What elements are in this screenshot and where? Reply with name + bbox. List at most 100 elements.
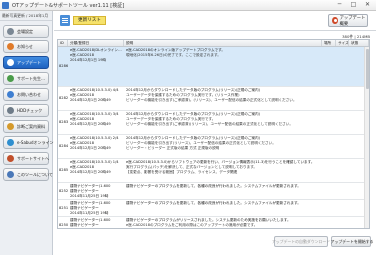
row-description-line: e医-CAD2018のプログラムをご利用の際はこのアップデートの適用が必要です。: [126, 223, 258, 227]
col-desc[interactable]: 説明: [124, 40, 322, 46]
main-panel: 更新リスト アップデート概要 380件 | 214MB ID 分類/登録日 説明…: [54, 11, 376, 255]
row-description: 建物ナビゲーターのプログラムを更新して、各種の改良が行われました。システムファイ…: [124, 200, 322, 216]
table-row[interactable]: 8252 建物ナビゲーター(1.600 建物ナビゲーター 2014年11月25日 19…: [58, 183, 369, 200]
update-table[interactable]: ID 分類/登録日 説明 場所 サイズ 状態 8286 e医-CAD2018(DL…: [57, 39, 370, 229]
sidebar-item-5[interactable]: HDDチェック: [3, 104, 49, 117]
gear-icon: [7, 28, 14, 35]
row-pos: [322, 87, 336, 110]
start-update-button[interactable]: アップデートを開始する: [331, 236, 373, 247]
sidebar-item-label: 診断ご案内資料: [17, 123, 45, 129]
window-title: OTアップデート&サポートツール ver1.11 [検証]: [12, 2, 125, 9]
row-description-line: ビリーダーの機能を引き出す(ご承認済)(リリース)、ユーザー配信の結果の正式化と…: [126, 122, 293, 126]
disk-icon: [7, 107, 14, 114]
row-id: 8282: [59, 96, 69, 100]
table-row[interactable]: 8282 e医-CAD2018(10.5.3.0) 4/4 e医-CAD2018 20…: [58, 87, 369, 111]
col-state[interactable]: 状態: [349, 40, 369, 46]
row-description-line: ビリーダーの機能を引き出す(ご承認済)。(リリース)、ユーザー配信の結果の正式化…: [126, 98, 297, 102]
row-name: e医-CAD2018(DLオンラインアップデーe医-CAD20182014年12…: [68, 47, 124, 86]
close-button[interactable]: ✕: [361, 1, 374, 9]
sidebar-info: 最新写真更新 / 2018年1月: [0, 11, 52, 21]
row-size: [336, 111, 349, 134]
table-scrollbar[interactable]: [364, 47, 369, 228]
update-icon: [7, 59, 14, 66]
row-size: [336, 135, 349, 158]
mail-icon: [7, 91, 14, 98]
table-row[interactable]: 8286e医-CAD2018(DLオンラインアップデーe医-CAD2018201…: [58, 47, 369, 87]
sidebar-item-6[interactable]: 診断ご案内資料: [3, 120, 49, 133]
scroll-thumb[interactable]: [366, 49, 369, 89]
row-name: e医-CAD2018(10.5.3.0) 2/4 e医-CAD2018 2014年1…: [68, 135, 124, 158]
row-name: e医-CAD2018(10.5.3.0) 3/4 e医-CAD2018 2014年1…: [68, 111, 124, 134]
sidebar-item-label: e-Sabudオンライン: [17, 139, 54, 145]
row-name: e医-CAD2018(10.5.3.0) 4/4 e医-CAD2018 2014年1…: [68, 87, 124, 110]
row-name-line: 2014年12月1日 20時49: [70, 98, 111, 102]
row-name-line: 2014年11月25日 19時: [70, 228, 122, 229]
update-overview-label: アップデート概要: [339, 15, 366, 27]
table-row[interactable]: 8283 e医-CAD2018(10.5.3.0) 3/4 e医-CAD2018 20…: [58, 111, 369, 135]
row-id: 8284: [59, 144, 69, 148]
row-name-line: 2014年12月1日 20時49: [70, 122, 111, 126]
row-description: 2014年12月からダウンロードしたデータ版のプログラム(リリース)(正規のご案…: [124, 135, 322, 158]
info-icon: [7, 171, 14, 178]
auto-download-button[interactable]: アップデートの自動ダウンロード: [272, 236, 330, 247]
app-icon: [2, 1, 9, 9]
row-size: [336, 87, 349, 110]
row-id: 8285: [59, 168, 69, 172]
table-row[interactable]: 8284 e医-CAD2018(10.5.3.0) 2/4 e医-CAD2018 20…: [58, 135, 369, 159]
sidebar-item-label: このツールについて: [17, 171, 53, 177]
col-location[interactable]: 場所: [322, 40, 336, 46]
megaphone-icon: [7, 43, 14, 50]
sidebar-item-0[interactable]: 会場設定: [3, 25, 49, 38]
list-icon: [60, 15, 70, 26]
sidebar-item-4[interactable]: お問い合わせ: [3, 88, 49, 101]
col-size[interactable]: サイズ: [336, 40, 349, 46]
update-overview-button[interactable]: アップデート概要: [328, 14, 368, 27]
col-name[interactable]: 分類/登録日: [68, 40, 124, 46]
table-row[interactable]: 8250建物ナビゲーター(1.600建物ナビゲーター2014年11月25日 19…: [58, 217, 369, 229]
col-id[interactable]: ID: [58, 40, 68, 46]
row-size: [336, 217, 349, 228]
sidebar-item-2[interactable]: アップデート: [3, 56, 49, 69]
row-id: 8252: [59, 188, 69, 193]
maximize-button[interactable]: □: [347, 1, 360, 9]
row-pos: [322, 111, 336, 134]
row-name-line: 2014年12月1日 19時: [70, 58, 107, 62]
minimize-button[interactable]: ─: [333, 1, 346, 9]
row-description-line: 現地化(2015年6-26日)の完了です。ここで設定されます。: [126, 53, 221, 57]
support-icon: [7, 75, 14, 82]
sidebar-item-7[interactable]: e-Sabudオンライン: [3, 136, 54, 149]
row-description: 2014年12月からダウンロードしたデータ版のプログラム(リリース)(正規のご案…: [124, 87, 322, 110]
help-icon: [332, 17, 338, 24]
row-pos: [322, 183, 336, 199]
row-size: [336, 47, 349, 86]
title-bar: OTアップデート&サポートツール ver1.11 [検証] ─ □ ✕: [0, 0, 376, 11]
sidebar-item-label: お問い合わせ: [17, 91, 41, 97]
row-description-line: 建物ナビゲーターのプログラムを更新して、各種の改良が行われました。システムファイ…: [126, 184, 301, 188]
row-description: e医-CAD2018(10.5.3.0)からソフトウェアの更新を行い、バージョン…: [124, 159, 322, 182]
row-id: 8283: [59, 120, 69, 124]
sidebar-item-label: サポート先生…: [17, 75, 45, 81]
sidebar-item-label: サポートサイトへ: [17, 155, 49, 161]
row-pos: [322, 47, 336, 86]
sidebar-item-label: お知らせ: [17, 43, 33, 49]
row-description: 建物ナビゲーターのプログラムがリリースされました。システム更新のため実施をお願い…: [124, 217, 322, 228]
row-id: 8251: [59, 205, 69, 210]
table-row[interactable]: 8251 建物ナビゲーター(1.600 建物ナビゲーター 2014年11月25日 19…: [58, 200, 369, 217]
row-name-line: 2014年11月25日 19時: [70, 211, 109, 215]
sidebar-item-label: HDDチェック: [17, 107, 43, 113]
row-description-line: 建物ナビゲーターのプログラムを更新して、各種の改良が行われました。システムファイ…: [126, 201, 301, 205]
row-pos: [322, 217, 336, 228]
row-name: 建物ナビゲーター(1.600建物ナビゲーター2014年11月25日 19時: [68, 200, 124, 216]
row-name: 建物ナビゲーター(1.600建物ナビゲーター2014年11月25日 19時: [68, 183, 124, 199]
sidebar-item-9[interactable]: このツールについて: [3, 168, 53, 181]
row-id: 8286: [59, 64, 69, 68]
row-name-line: 2014年12月1日 20時49: [70, 170, 111, 174]
table-row[interactable]: 8285 e医-CAD2018(10.5.3.0) 1/4 e医-CAD2018 20…: [58, 159, 369, 183]
row-name-line: 2014年12月1日 20時49: [70, 146, 111, 150]
row-description-line: 【変更点、影響を受ける範囲】プログラム、ライセンス、データ関連: [126, 170, 238, 174]
sidebar-item-3[interactable]: サポート先生…: [3, 72, 49, 85]
row-name: 建物ナビゲーター(1.600建物ナビゲーター2014年11月25日 19時: [68, 217, 124, 229]
link-icon: [7, 155, 14, 162]
sidebar-item-1[interactable]: お知らせ: [3, 40, 49, 53]
sidebar-item-8[interactable]: サポートサイトへ: [3, 152, 49, 165]
